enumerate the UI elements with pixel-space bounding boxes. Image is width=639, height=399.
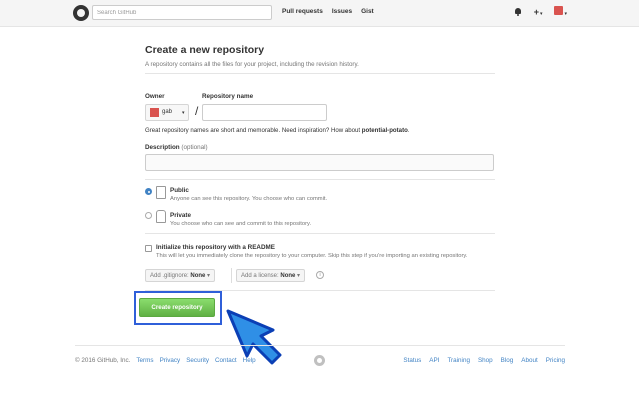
- divider: [145, 179, 495, 180]
- public-title: Public: [170, 187, 189, 194]
- search-input[interactable]: [92, 5, 272, 20]
- footer-link-contact[interactable]: Contact: [215, 357, 237, 364]
- footer-link-training[interactable]: Training: [447, 357, 470, 364]
- gitignore-value: None: [190, 273, 206, 279]
- license-label: Add a license:: [241, 273, 279, 279]
- owner-repo-separator: /: [195, 104, 199, 118]
- hint-suffix: .: [407, 127, 410, 134]
- private-radio[interactable]: [145, 212, 152, 219]
- footer-link-pricing[interactable]: Pricing: [546, 357, 565, 364]
- lock-icon: [156, 210, 166, 223]
- description-input[interactable]: [145, 154, 494, 171]
- page-title: Create a new repository: [145, 44, 265, 56]
- divider: [145, 73, 495, 74]
- private-desc: You choose who can see and commit to thi…: [170, 221, 312, 227]
- footer-divider: [75, 345, 565, 346]
- footer-link-terms[interactable]: Terms: [136, 357, 153, 364]
- optional-tag: (optional): [181, 144, 208, 151]
- license-value: None: [280, 273, 296, 279]
- footer-link-security[interactable]: Security: [186, 357, 209, 364]
- public-desc: Anyone can see this repository. You choo…: [170, 196, 328, 202]
- repo-icon: [156, 186, 166, 199]
- chevron-down-icon: ▾: [564, 11, 567, 17]
- footer-link-help[interactable]: Help: [243, 357, 256, 364]
- init-readme-checkbox[interactable]: [145, 245, 152, 252]
- divider: [145, 233, 495, 234]
- gitignore-select[interactable]: Add .gitignore: None ▾: [145, 269, 216, 282]
- owner-name: gab: [162, 109, 173, 115]
- chevron-down-icon: ▾: [539, 10, 543, 17]
- footer-link-blog[interactable]: Blog: [501, 357, 514, 364]
- copyright: © 2016 GitHub, Inc.: [75, 357, 131, 364]
- footer-right: Status API Training Shop Blog About Pric…: [403, 357, 565, 364]
- hint-suggestion[interactable]: potential-potato: [362, 127, 408, 134]
- top-header: Pull requests Issues Gist +▾ ▾: [0, 0, 639, 27]
- footer-link-api[interactable]: API: [429, 357, 439, 364]
- header-nav: Pull requests Issues Gist: [282, 8, 374, 15]
- footer-link-privacy[interactable]: Privacy: [160, 357, 181, 364]
- divider: [231, 268, 232, 283]
- gitignore-label: Add .gitignore:: [150, 273, 189, 279]
- avatar: [150, 108, 159, 117]
- nav-gist[interactable]: Gist: [361, 8, 374, 15]
- owner-label: Owner: [145, 93, 165, 100]
- init-readme-label[interactable]: Initialize this repository with a README: [156, 244, 275, 251]
- create-repository-button[interactable]: Create repository: [139, 298, 215, 317]
- chevron-down-icon: ▾: [297, 273, 301, 279]
- description-label-text: Description: [145, 144, 180, 151]
- chevron-down-icon: ▾: [207, 273, 211, 279]
- name-hint: Great repository names are short and mem…: [145, 127, 410, 134]
- new-menu-button[interactable]: +▾: [534, 7, 543, 17]
- description-label: Description (optional): [145, 144, 208, 151]
- footer-link-status[interactable]: Status: [403, 357, 421, 364]
- footer-left: © 2016 GitHub, Inc. Terms Privacy Securi…: [75, 357, 256, 364]
- chevron-down-icon: ▾: [182, 110, 185, 116]
- init-readme-desc: This will let you immediately clone the …: [156, 253, 468, 259]
- footer-link-about[interactable]: About: [521, 357, 537, 364]
- octocat-footer-icon[interactable]: [314, 355, 325, 366]
- plus-icon: +: [533, 6, 539, 17]
- nav-issues[interactable]: Issues: [332, 8, 352, 15]
- octocat-logo-icon[interactable]: [73, 5, 89, 21]
- nav-pull-requests[interactable]: Pull requests: [282, 8, 323, 15]
- page-subtitle: A repository contains all the files for …: [145, 61, 359, 68]
- repo-name-label: Repository name: [202, 93, 254, 100]
- license-select[interactable]: Add a license: None ▾: [236, 269, 306, 282]
- header-user-controls: +▾ ▾: [514, 6, 567, 17]
- footer-link-shop[interactable]: Shop: [478, 357, 493, 364]
- bell-icon[interactable]: [514, 7, 522, 16]
- user-menu-button[interactable]: ▾: [554, 6, 567, 17]
- highlight-box: Create repository: [134, 291, 222, 325]
- private-title: Private: [170, 212, 192, 219]
- owner-select[interactable]: gab ▾: [145, 104, 189, 121]
- hint-text: Great repository names are short and mem…: [145, 127, 362, 134]
- avatar-icon: [554, 6, 564, 15]
- repo-name-input[interactable]: [202, 104, 327, 121]
- info-icon[interactable]: i: [316, 271, 324, 279]
- public-radio[interactable]: [145, 188, 152, 195]
